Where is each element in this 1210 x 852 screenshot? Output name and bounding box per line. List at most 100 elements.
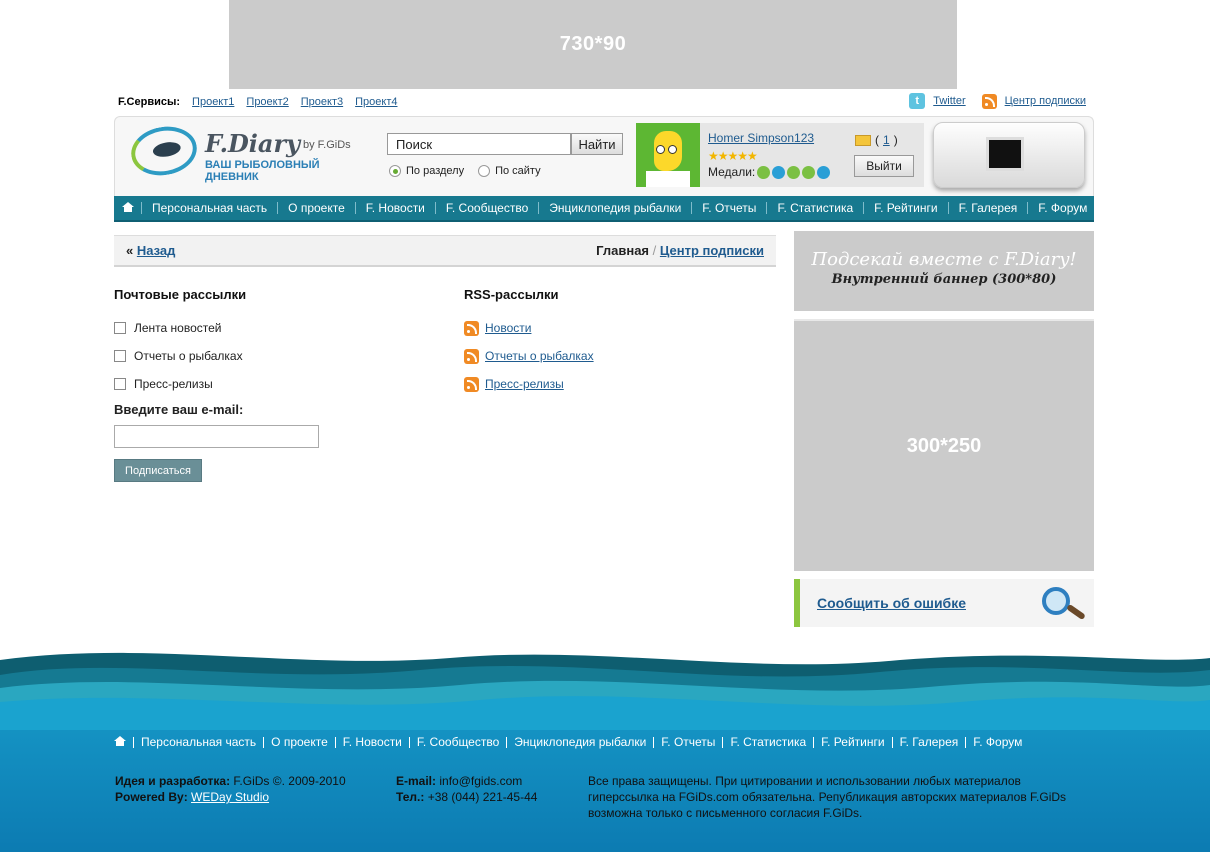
- footer-dev-row: Идея и разработка: F.GiDs ©. 2009-2010: [115, 773, 346, 789]
- nav-item-forum[interactable]: F. Форум: [1027, 202, 1097, 214]
- footer-nav-news[interactable]: F. Новости: [334, 736, 409, 748]
- subscribe-button[interactable]: Подписаться: [114, 459, 202, 482]
- footer-phone-label: Тел.:: [396, 790, 425, 804]
- service-link-4[interactable]: Проект4: [355, 96, 397, 108]
- mail-option-reports[interactable]: Отчеты о рыбалках: [114, 342, 246, 370]
- back-link[interactable]: Назад: [137, 243, 176, 258]
- medals: Медали:: [708, 165, 831, 179]
- radio-checked-icon[interactable]: [389, 165, 401, 177]
- avatar-shirt: [646, 171, 690, 187]
- mail-option-label: Пресс-релизы: [134, 377, 213, 391]
- rss-icon[interactable]: [464, 376, 479, 392]
- service-link-3[interactable]: Проект3: [301, 96, 343, 108]
- twitter-icon[interactable]: t: [909, 93, 926, 109]
- nav-item-personal[interactable]: Персональная часть: [141, 202, 277, 214]
- medals-label: Медали:: [708, 165, 756, 179]
- radio-unchecked-icon[interactable]: [478, 165, 491, 177]
- footer-nav-statistics[interactable]: F. Статистика: [722, 736, 813, 748]
- footer-nav-encyclopedia[interactable]: Энциклопедия рыбалки: [506, 736, 653, 748]
- nav-item-gallery[interactable]: F. Галерея: [947, 202, 1028, 214]
- magnifier-lens: [1042, 587, 1070, 615]
- rss-link[interactable]: Пресс-релизы: [485, 377, 564, 391]
- twitter-link[interactable]: Twitter: [933, 95, 965, 107]
- footer-nav-about[interactable]: О проекте: [263, 736, 335, 748]
- radio-site[interactable]: По сайту: [478, 165, 541, 177]
- footer-contacts: E-mail: info@fgids.com Тел.: +38 (044) 2…: [396, 773, 537, 805]
- breadcrumb-home[interactable]: Главная: [596, 243, 649, 258]
- home-icon[interactable]: [122, 202, 134, 212]
- magnifier-handle: [1066, 603, 1086, 621]
- rss-link[interactable]: Отчеты о рыбалках: [485, 349, 594, 363]
- medal-icon[interactable]: [802, 165, 816, 179]
- nav-item-reports[interactable]: F. Отчеты: [691, 202, 766, 214]
- footer-powered-row: Powered By: WEDay Studio: [115, 789, 346, 805]
- logout-button[interactable]: Выйти: [854, 155, 914, 177]
- rss-link[interactable]: Новости: [485, 321, 531, 335]
- search-input[interactable]: Поиск: [387, 133, 571, 155]
- nav-home[interactable]: [114, 202, 141, 214]
- subscription-center-link[interactable]: Центр подписки: [1005, 95, 1086, 107]
- footer-nav-reports[interactable]: F. Отчеты: [653, 736, 722, 748]
- nav-item-statistics[interactable]: F. Статистика: [766, 202, 863, 214]
- nav-item-encyclopedia[interactable]: Энциклопедия рыбалки: [538, 202, 691, 214]
- envelope-icon[interactable]: [855, 134, 871, 146]
- messages-count[interactable]: 1: [883, 133, 890, 147]
- medal-icon[interactable]: [772, 165, 786, 179]
- report-error-banner[interactable]: Сообщить об ошибке: [794, 579, 1094, 627]
- messages-open-paren: (: [875, 133, 879, 147]
- mail-option-press[interactable]: Пресс-релизы: [114, 370, 246, 398]
- search-button[interactable]: Найти: [571, 133, 623, 155]
- report-error-link[interactable]: Сообщить об ошибке: [817, 595, 966, 611]
- checkbox[interactable]: [114, 378, 126, 390]
- footer-nav-gallery[interactable]: F. Галерея: [891, 736, 966, 748]
- mail-option-news[interactable]: Лента новостей: [114, 314, 246, 342]
- site-logo[interactable]: F.Diary by F.GiDs ВАШ РЫБОЛОВНЫЙ ДНЕВНИК: [127, 121, 361, 183]
- footer-dev-value: F.GiDs ©. 2009-2010: [233, 774, 346, 788]
- site-footer: Персональная часть О проекте F. Новости …: [0, 640, 1210, 852]
- rating-stars: ★★★★★: [708, 149, 758, 163]
- footer-email-label: E-mail:: [396, 774, 437, 788]
- messages[interactable]: (1): [855, 133, 898, 147]
- nav-item-community[interactable]: F. Сообщество: [434, 202, 538, 214]
- main-nav: Персональная часть О проекте F. Новости …: [114, 196, 1094, 222]
- footer-email-value[interactable]: info@fgids.com: [439, 774, 522, 788]
- avatar-eye: [656, 145, 665, 154]
- inner-banner[interactable]: Подсекай вместе с F.Diary! Внутренний ба…: [794, 231, 1094, 311]
- rss-item-news[interactable]: Новости: [464, 314, 594, 342]
- top-ad-banner[interactable]: 730*90: [229, 0, 957, 89]
- device-screen: [986, 137, 1024, 171]
- breadcrumb-current[interactable]: Центр подписки: [660, 243, 764, 258]
- footer-rights: Все права защищены. При цитировании и ис…: [588, 774, 1067, 820]
- nav-item-ratings[interactable]: F. Рейтинги: [863, 202, 947, 214]
- service-link-2[interactable]: Проект2: [246, 96, 288, 108]
- checkbox[interactable]: [114, 350, 126, 362]
- footer-nav-home[interactable]: [114, 736, 133, 748]
- checkbox[interactable]: [114, 322, 126, 334]
- service-link-1[interactable]: Проект1: [192, 96, 234, 108]
- medal-icon[interactable]: [817, 165, 831, 179]
- footer-nav-forum[interactable]: F. Форум: [965, 736, 1029, 748]
- promo-device-image[interactable]: [933, 122, 1085, 188]
- nav-item-news[interactable]: F. Новости: [354, 202, 435, 214]
- medal-icon[interactable]: [787, 165, 801, 179]
- avatar-eye: [668, 145, 677, 154]
- side-ad-banner[interactable]: 300*250: [794, 319, 1094, 571]
- footer-powered-link[interactable]: WEDay Studio: [191, 790, 269, 804]
- username-link[interactable]: Homer Simpson123: [708, 131, 814, 145]
- logo-by: by F.GiDs: [303, 139, 351, 151]
- rss-icon[interactable]: [981, 93, 997, 109]
- rss-item-press[interactable]: Пресс-релизы: [464, 370, 594, 398]
- footer-nav-ratings[interactable]: F. Рейтинги: [813, 736, 891, 748]
- rss-item-reports[interactable]: Отчеты о рыбалках: [464, 342, 594, 370]
- footer-nav-community[interactable]: F. Сообщество: [408, 736, 506, 748]
- nav-item-about[interactable]: О проекте: [277, 202, 355, 214]
- avatar[interactable]: [636, 123, 700, 187]
- email-field[interactable]: [114, 425, 319, 448]
- rss-icon[interactable]: [464, 320, 479, 336]
- magnifier-icon: [1036, 585, 1086, 621]
- home-icon[interactable]: [114, 736, 126, 746]
- medal-icon[interactable]: [757, 165, 771, 179]
- footer-nav-personal[interactable]: Персональная часть: [133, 736, 263, 748]
- rss-icon[interactable]: [464, 348, 479, 364]
- radio-section[interactable]: По разделу: [389, 165, 464, 177]
